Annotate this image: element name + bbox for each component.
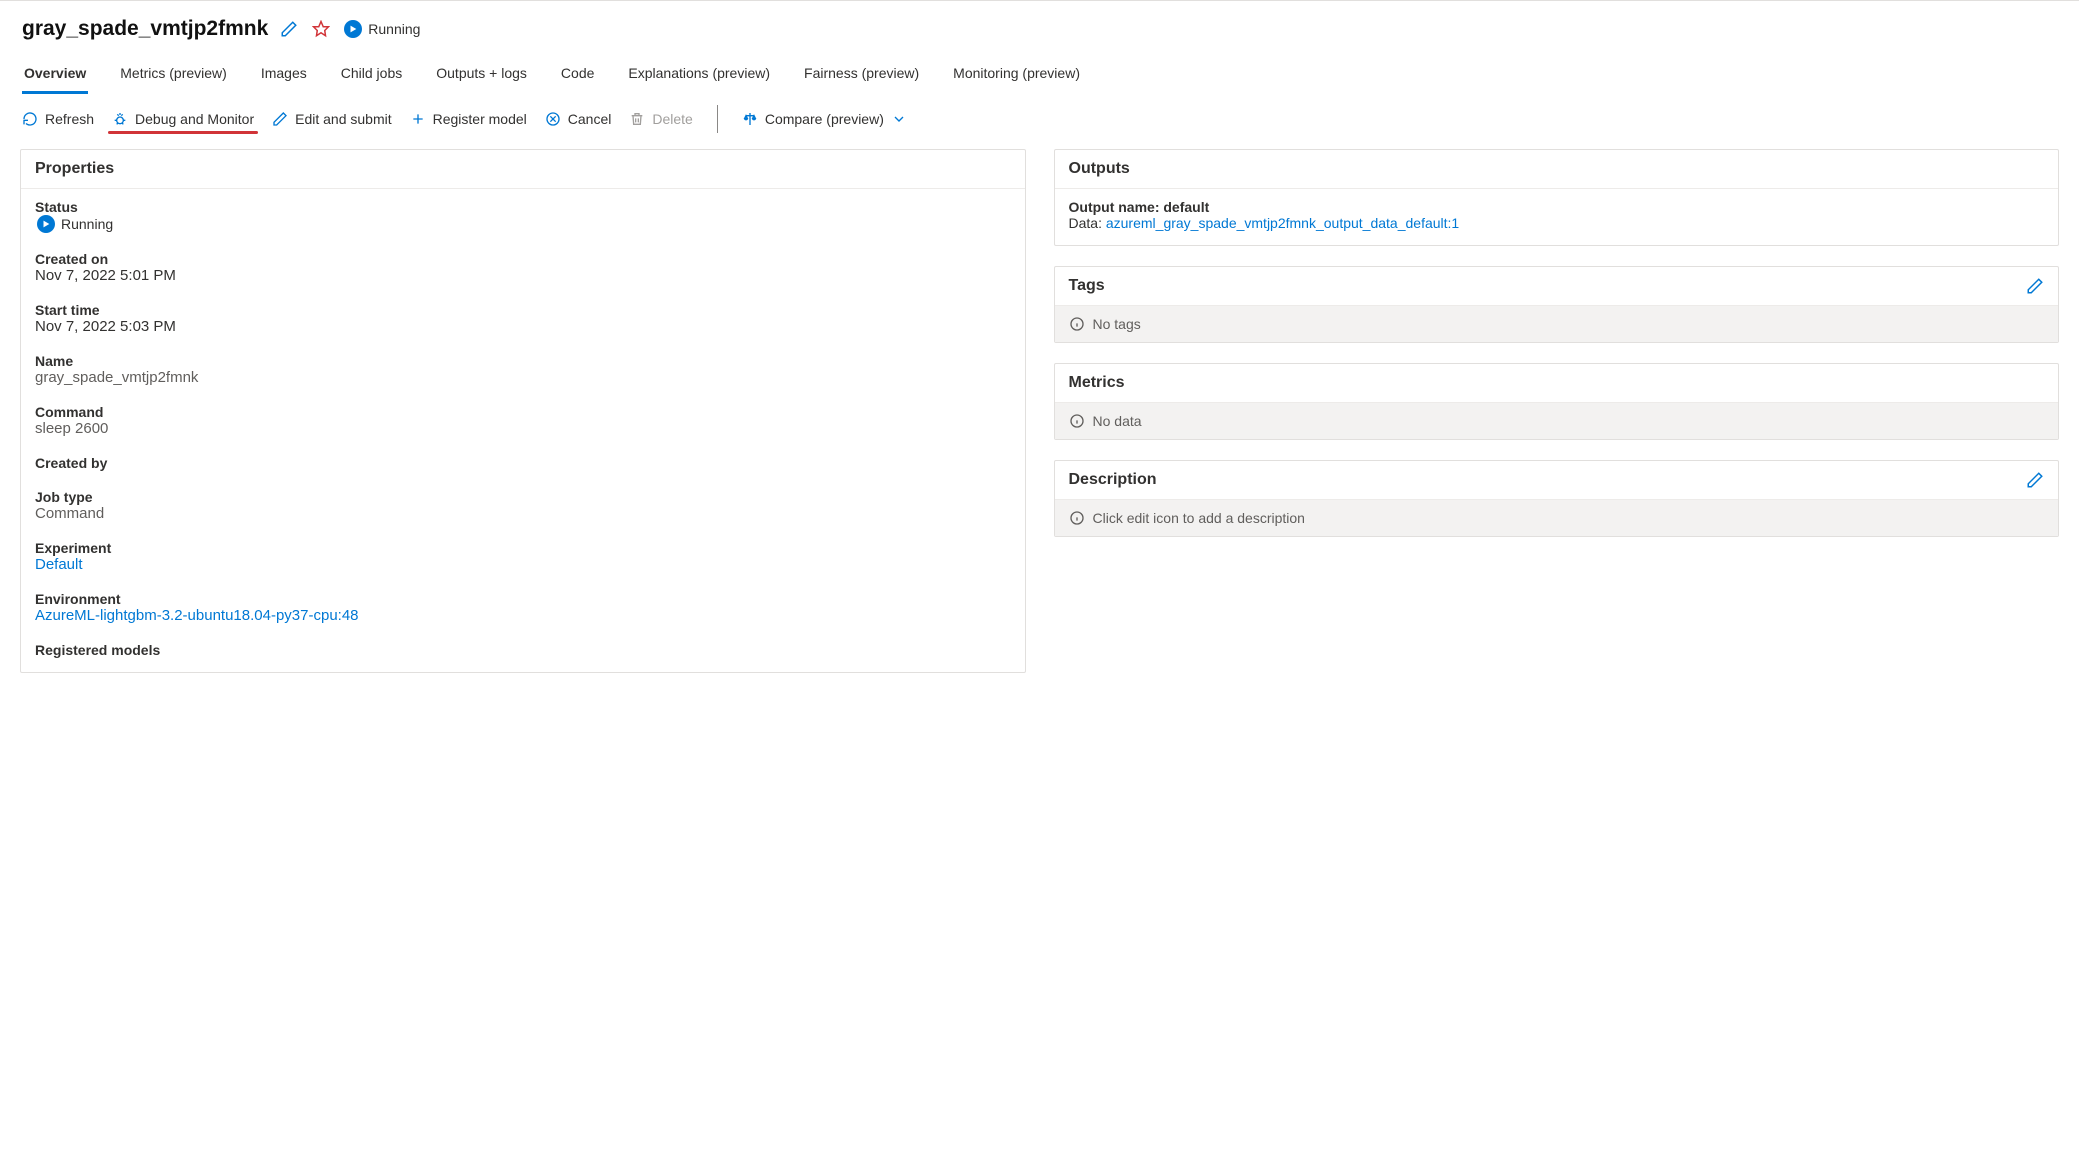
info-icon	[1069, 316, 1085, 332]
play-icon	[37, 215, 55, 233]
tab-outputs-logs[interactable]: Outputs + logs	[434, 55, 529, 94]
refresh-button[interactable]: Refresh	[22, 111, 94, 127]
tab-explanations[interactable]: Explanations (preview)	[626, 55, 772, 94]
edit-description-icon[interactable]	[2026, 471, 2044, 489]
tab-monitoring[interactable]: Monitoring (preview)	[951, 55, 1082, 94]
properties-card: Properties Status Running	[20, 149, 1026, 673]
delete-label: Delete	[652, 111, 692, 127]
prop-start-time-label: Start time	[35, 302, 1011, 318]
edit-label: Edit and submit	[295, 111, 392, 127]
tags-card: Tags No tags	[1054, 266, 2060, 343]
prop-status-label: Status	[35, 199, 1011, 215]
prop-environment-link[interactable]: AzureML-lightgbm-3.2-ubuntu18.04-py37-cp…	[35, 607, 1011, 624]
edit-name-icon[interactable]	[278, 18, 300, 40]
prop-command-label: Command	[35, 404, 1011, 420]
prop-status-value: Running	[37, 215, 113, 233]
prop-command-value: sleep 2600	[35, 420, 1011, 437]
page-title: gray_spade_vmtjp2fmnk	[22, 17, 268, 41]
prop-name-value: gray_spade_vmtjp2fmnk	[35, 369, 1011, 386]
prop-registered-models-label: Registered models	[35, 642, 1011, 658]
tags-empty: No tags	[1093, 316, 1141, 332]
tab-metrics[interactable]: Metrics (preview)	[118, 55, 229, 94]
tab-code[interactable]: Code	[559, 55, 596, 94]
prop-experiment-label: Experiment	[35, 540, 1011, 556]
prop-name-label: Name	[35, 353, 1011, 369]
description-header: Description	[1069, 471, 1157, 489]
metrics-empty: No data	[1093, 413, 1142, 429]
prop-start-time-value: Nov 7, 2022 5:03 PM	[35, 318, 1011, 335]
info-icon	[1069, 510, 1085, 526]
cancel-button[interactable]: Cancel	[545, 111, 612, 127]
debug-label: Debug and Monitor	[135, 111, 254, 127]
outputs-card: Outputs Output name: default Data: azure…	[1054, 149, 2060, 246]
tab-overview[interactable]: Overview	[22, 55, 88, 94]
register-model-button[interactable]: Register model	[410, 111, 527, 127]
prop-environment-label: Environment	[35, 591, 1011, 607]
status-badge: Running	[344, 20, 420, 38]
chevron-down-icon	[891, 111, 907, 127]
separator	[717, 105, 718, 133]
description-card: Description Click edit icon to add a des…	[1054, 460, 2060, 537]
output-name: Output name: default	[1069, 199, 2045, 215]
prop-job-type-label: Job type	[35, 489, 1011, 505]
metrics-card: Metrics No data	[1054, 363, 2060, 440]
metrics-header: Metrics	[1069, 374, 1125, 392]
tab-child-jobs[interactable]: Child jobs	[339, 55, 404, 94]
compare-label: Compare (preview)	[765, 111, 884, 127]
prop-created-on-label: Created on	[35, 251, 1011, 267]
debug-monitor-button[interactable]: Debug and Monitor	[112, 111, 254, 127]
info-icon	[1069, 413, 1085, 429]
description-empty: Click edit icon to add a description	[1093, 510, 1305, 526]
outputs-header: Outputs	[1055, 150, 2059, 189]
delete-button: Delete	[629, 111, 692, 127]
edit-submit-button[interactable]: Edit and submit	[272, 111, 392, 127]
prop-created-on-value: Nov 7, 2022 5:01 PM	[35, 267, 1011, 284]
prop-experiment-link[interactable]: Default	[35, 556, 1011, 573]
output-data-link[interactable]: azureml_gray_spade_vmtjp2fmnk_output_dat…	[1106, 215, 1459, 231]
tab-images[interactable]: Images	[259, 55, 309, 94]
prop-job-type-value: Command	[35, 505, 1011, 522]
edit-tags-icon[interactable]	[2026, 277, 2044, 295]
status-text: Running	[368, 21, 420, 37]
toolbar: Refresh Debug and Monitor Edit and submi…	[0, 95, 2079, 145]
play-icon	[344, 20, 362, 38]
tab-fairness[interactable]: Fairness (preview)	[802, 55, 921, 94]
refresh-label: Refresh	[45, 111, 94, 127]
register-label: Register model	[433, 111, 527, 127]
output-data-label: Data:	[1069, 215, 1106, 231]
prop-created-by-label: Created by	[35, 455, 1011, 471]
cancel-label: Cancel	[568, 111, 612, 127]
tags-header: Tags	[1069, 277, 1105, 295]
compare-button[interactable]: Compare (preview)	[742, 111, 907, 127]
tabs: Overview Metrics (preview) Images Child …	[0, 47, 2079, 95]
favorite-star-icon[interactable]	[310, 18, 332, 40]
properties-header: Properties	[21, 150, 1025, 189]
